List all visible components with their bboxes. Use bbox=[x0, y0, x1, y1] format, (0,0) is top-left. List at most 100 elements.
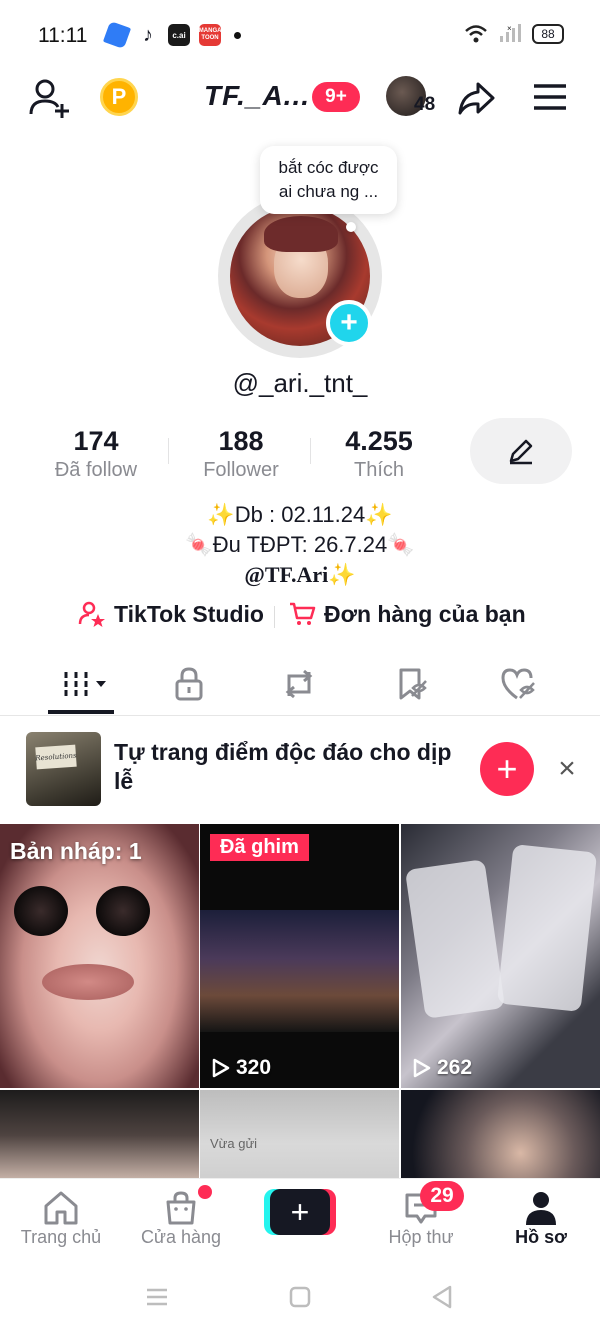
back-icon[interactable] bbox=[428, 1282, 458, 1312]
add-friend-icon[interactable] bbox=[28, 76, 72, 120]
plus-icon: + bbox=[270, 1189, 330, 1235]
draft-thumb-eye bbox=[96, 886, 150, 936]
pinned-thumb-stage bbox=[200, 910, 399, 1032]
stat-likes[interactable]: 4.255 Thích bbox=[324, 426, 434, 482]
play-icon bbox=[413, 1058, 431, 1078]
shopping-bag-icon bbox=[166, 1191, 196, 1225]
stat-followers[interactable]: 188 Follower bbox=[186, 426, 296, 482]
nav-inbox-label: Hộp thư bbox=[388, 1227, 454, 1247]
notification-dot bbox=[234, 31, 241, 39]
video-tile[interactable]: 262 bbox=[401, 824, 600, 1088]
effect-promo-banner[interactable]: Resolutions Tự trang điểm độc đáo cho dị… bbox=[0, 716, 600, 824]
video-views: 320 bbox=[212, 1056, 271, 1080]
thumb-phone-screen bbox=[404, 859, 506, 1019]
signal-icon: × bbox=[500, 24, 521, 42]
add-story-button[interactable]: + bbox=[326, 300, 372, 346]
video-tile[interactable] bbox=[401, 1090, 600, 1180]
note-bubble-tail bbox=[346, 222, 356, 232]
share-icon[interactable] bbox=[456, 78, 496, 118]
account-switcher-name[interactable]: TF._A... bbox=[204, 80, 310, 112]
video-tile[interactable] bbox=[0, 1090, 199, 1180]
battery-indicator: 88 bbox=[532, 24, 564, 44]
profile-links: TikTok Studio Đơn hàng của bạn bbox=[0, 600, 600, 634]
stat-divider bbox=[310, 438, 311, 464]
tab-liked[interactable] bbox=[494, 664, 544, 704]
links-divider bbox=[274, 606, 275, 628]
grid-icon bbox=[64, 672, 106, 696]
profile-note-bubble[interactable]: bắt cóc được ai chưa ng ... bbox=[260, 146, 397, 214]
shop-notification-dot bbox=[198, 1185, 212, 1199]
pencil-icon bbox=[509, 439, 533, 465]
tiktok-studio-link[interactable]: TikTok Studio bbox=[78, 600, 264, 628]
stat-likes-value: 4.255 bbox=[345, 426, 413, 456]
profile-header: P TF._A... 9+ 48 bbox=[0, 70, 600, 126]
video-views: 262 bbox=[413, 1056, 472, 1080]
pinned-badge: Đã ghim bbox=[210, 834, 309, 861]
stat-following[interactable]: 174 Đã follow bbox=[40, 426, 152, 482]
bio-line-2: 🍬Đu TĐPT: 26.7.24🍬 bbox=[185, 532, 415, 557]
stat-divider bbox=[168, 438, 169, 464]
nav-home-label: Trang chủ bbox=[20, 1227, 102, 1247]
manga-toon-icon: MANGA TOON bbox=[199, 24, 221, 46]
tiktok-studio-label: TikTok Studio bbox=[114, 600, 264, 627]
studio-icon bbox=[78, 601, 105, 627]
content-tabs bbox=[0, 656, 600, 716]
stat-likes-label: Thích bbox=[353, 459, 405, 481]
tab-favorites[interactable] bbox=[386, 664, 436, 704]
video-views-count: 320 bbox=[236, 1056, 272, 1079]
stat-following-label: Đã follow bbox=[54, 459, 138, 481]
draft-label: Bản nháp: 1 bbox=[10, 838, 142, 864]
c-ai-icon: c.ai bbox=[168, 24, 190, 46]
orders-label: Đơn hàng của bạn bbox=[324, 600, 526, 627]
promo-add-button[interactable]: + bbox=[480, 742, 534, 796]
home-icon bbox=[44, 1191, 78, 1225]
avatar-hair bbox=[264, 216, 338, 252]
bookmark-hidden-icon bbox=[399, 668, 427, 700]
profile-viewers-count: 48 bbox=[414, 94, 436, 115]
recents-icon[interactable] bbox=[142, 1282, 172, 1312]
play-icon bbox=[212, 1058, 230, 1078]
status-time: 11:11 bbox=[38, 24, 88, 47]
profile-icon bbox=[526, 1192, 556, 1225]
svg-text:×: × bbox=[507, 24, 512, 33]
lock-icon bbox=[175, 667, 203, 701]
video-tile-pinned[interactable]: Đã ghim 320 bbox=[200, 824, 399, 1088]
home-button-icon[interactable] bbox=[285, 1282, 315, 1312]
stat-following-value: 174 bbox=[73, 426, 119, 456]
video-views-count: 262 bbox=[437, 1056, 473, 1079]
thumb-sent-text: Vừa gửi bbox=[210, 1136, 258, 1151]
status-bar: 11:11 ♪ c.ai MANGA TOON × 88 bbox=[0, 0, 600, 70]
system-navigation-bar bbox=[0, 1262, 600, 1333]
account-notification-badge: 9+ bbox=[312, 82, 360, 112]
draft-thumb-mouth bbox=[42, 964, 134, 1000]
promo-text: Tự trang điểm độc đáo cho dịp lễ bbox=[114, 739, 452, 794]
tab-reposts[interactable] bbox=[274, 664, 324, 704]
stat-followers-label: Follower bbox=[203, 459, 279, 481]
coin-icon[interactable]: P bbox=[100, 78, 138, 116]
edit-profile-button[interactable] bbox=[470, 418, 572, 484]
profile-bio: ✨Db : 02.11.24✨ 🍬Đu TĐPT: 26.7.24🍬 @TF.A… bbox=[0, 500, 600, 590]
menu-icon[interactable] bbox=[532, 82, 568, 112]
nav-profile[interactable]: Hồ sơ bbox=[486, 1189, 596, 1248]
repost-icon bbox=[285, 669, 313, 699]
blue-app-icon bbox=[102, 20, 132, 50]
nav-home[interactable]: Trang chủ bbox=[6, 1189, 116, 1248]
nav-profile-label: Hồ sơ bbox=[515, 1227, 567, 1247]
video-tile-draft[interactable]: Bản nháp: 1 bbox=[0, 824, 199, 1088]
profile-handle: @_ari._tnt_ bbox=[232, 368, 368, 398]
nav-shop-label: Cửa hàng bbox=[140, 1227, 222, 1247]
promo-close-icon[interactable]: × bbox=[552, 754, 582, 784]
promo-thumbnail-sign: Resolutions bbox=[35, 744, 77, 770]
tab-private[interactable] bbox=[164, 664, 214, 704]
video-tile[interactable]: Vừa gửi bbox=[200, 1090, 399, 1180]
orders-link[interactable]: Đơn hàng của bạn bbox=[288, 600, 526, 628]
tab-videos[interactable] bbox=[58, 664, 108, 704]
active-tab-indicator bbox=[48, 710, 114, 714]
cart-icon bbox=[290, 602, 316, 625]
create-video-button[interactable]: + bbox=[264, 1189, 336, 1235]
nav-shop[interactable]: Cửa hàng bbox=[126, 1189, 236, 1248]
thumb-phone-screen bbox=[496, 844, 598, 1012]
bio-line-3[interactable]: @TF.Ari✨ bbox=[0, 560, 600, 590]
tiktok-icon: ♪ bbox=[137, 24, 159, 46]
bottom-navigation: Trang chủ Cửa hàng + Hộp thư 29 Hồ sơ bbox=[0, 1178, 600, 1262]
